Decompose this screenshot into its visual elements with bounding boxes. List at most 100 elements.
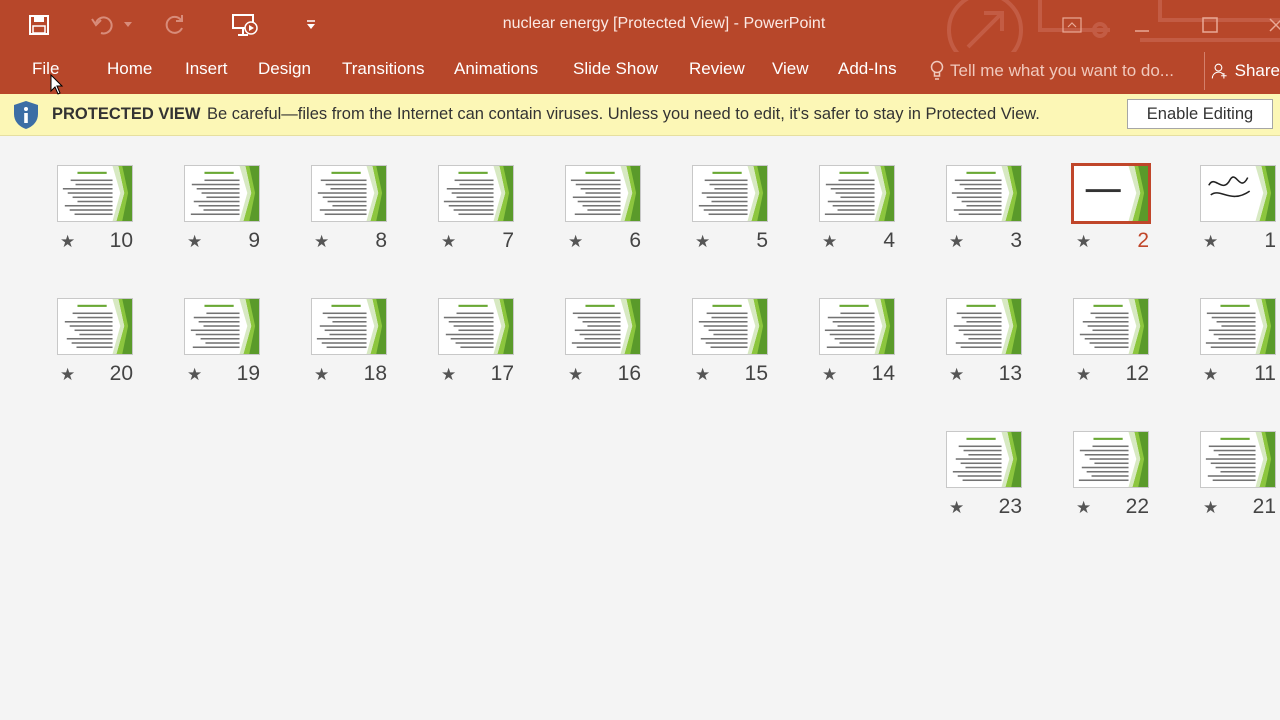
animation-star-icon: ★ [1203,232,1219,252]
share-button[interactable]: Share [1204,52,1280,90]
slide-preview [438,165,514,222]
slide-thumbnail[interactable]: ★ 6 [565,165,692,265]
tab-view[interactable]: View [770,59,811,79]
slide-number: 6 [629,229,641,252]
slide-thumbnail[interactable]: ★ 1 [1200,165,1280,265]
slide-thumbnail[interactable]: ★ 4 [819,165,946,265]
slide-thumbnail[interactable]: ★ 3 [946,165,1073,265]
slide-thumbnail[interactable]: ★ 2 [1071,163,1200,265]
animation-star-icon: ★ [949,498,965,518]
animation-star-icon: ★ [568,232,584,252]
animation-star-icon: ★ [60,232,76,252]
slide-number: 12 [1125,362,1149,385]
tab-transitions[interactable]: Transitions [340,59,427,79]
protected-view-message: Be careful—files from the Internet can c… [207,105,1040,123]
share-label: Share [1234,61,1280,80]
slide-preview [1200,431,1276,488]
slide-preview [946,431,1022,488]
tab-insert[interactable]: Insert [183,59,230,79]
enable-editing-button[interactable]: Enable Editing [1127,99,1273,129]
tab-slide-show[interactable]: Slide Show [571,59,660,79]
slide-thumbnail[interactable]: ★ 10 [57,165,184,265]
slide-thumbnail[interactable]: ★ 17 [438,298,565,398]
tab-home[interactable]: Home [105,59,154,79]
tell-me-search[interactable]: Tell me what you want to do... [930,56,1174,86]
animation-star-icon: ★ [1203,365,1219,385]
slide-number: 21 [1252,495,1276,518]
slide-thumbnail[interactable]: ★ 11 [1200,298,1280,398]
slide-number: 3 [1010,229,1022,252]
slide-preview [311,298,387,355]
slide-thumbnail[interactable]: ★ 23 [946,431,1073,531]
slide-thumbnail[interactable]: ★ 8 [311,165,438,265]
slide-number: 19 [236,362,260,385]
slide-thumbnail[interactable]: ★ 16 [565,298,692,398]
slide-number: 7 [502,229,514,252]
protected-view-label: PROTECTED VIEW [52,105,201,123]
slide-preview [311,165,387,222]
slide-thumbnail[interactable]: ★ 18 [311,298,438,398]
slide-number: 16 [617,362,641,385]
animation-star-icon: ★ [441,365,457,385]
slide-number: 2 [1137,229,1149,252]
slide-thumbnail[interactable]: ★ 12 [1073,298,1200,398]
slide-thumbnail[interactable]: ★ 14 [819,298,946,398]
slide-preview [819,298,895,355]
title-bar: nuclear energy [Protected View] - PowerP… [0,0,1280,52]
slide-number: 22 [1125,495,1149,518]
animation-star-icon: ★ [568,365,584,385]
protected-view-bar: PROTECTED VIEW Be careful—files from the… [0,94,1280,136]
animation-star-icon: ★ [1076,232,1092,252]
maximize-icon[interactable] [1190,8,1230,42]
slide-number: 10 [109,229,133,252]
ribbon-display-options-icon[interactable] [1052,8,1092,42]
slide-number: 13 [998,362,1022,385]
slide-number: 18 [363,362,387,385]
slide-preview [184,165,260,222]
slide-thumbnail[interactable]: ★ 22 [1073,431,1200,531]
slide-thumbnail[interactable]: ★ 15 [692,298,819,398]
slide-thumbnail[interactable]: ★ 9 [184,165,311,265]
person-add-icon [1211,63,1227,79]
animation-star-icon: ★ [822,232,838,252]
slide-preview [1073,431,1149,488]
slide-number: 1 [1264,229,1276,252]
animation-star-icon: ★ [1203,498,1219,518]
slide-preview [184,298,260,355]
slide-number: 8 [375,229,387,252]
slide-thumbnail[interactable]: ★ 21 [1200,431,1280,531]
minimize-icon[interactable] [1122,8,1162,42]
tab-animations[interactable]: Animations [452,59,540,79]
slide-thumbnail[interactable]: ★ 13 [946,298,1073,398]
mouse-pointer-icon [50,74,64,95]
animation-star-icon: ★ [60,365,76,385]
tab-add-ins[interactable]: Add-Ins [836,59,899,79]
tab-review[interactable]: Review [687,59,747,79]
animation-star-icon: ★ [1076,498,1092,518]
animation-star-icon: ★ [187,232,203,252]
slide-thumbnail[interactable]: ★ 20 [57,298,184,398]
ribbon-tabs: File Home Insert Design Transitions Anim… [0,52,1280,94]
slide-number: 4 [883,229,895,252]
slide-thumbnail[interactable]: ★ 7 [438,165,565,265]
slide-preview [438,298,514,355]
slide-thumbnail[interactable]: ★ 5 [692,165,819,265]
slide-number: 14 [871,362,895,385]
slide-thumbnail[interactable]: ★ 19 [184,298,311,398]
slide-preview [1073,298,1149,355]
animation-star-icon: ★ [1076,365,1092,385]
slide-preview [1200,298,1276,355]
close-icon[interactable] [1256,8,1280,42]
animation-star-icon: ★ [949,232,965,252]
shield-info-icon [14,101,38,129]
slide-number: 5 [756,229,768,252]
slide-number: 20 [109,362,133,385]
tab-design[interactable]: Design [256,59,313,79]
lightbulb-icon [930,60,944,80]
slide-number: 11 [1254,362,1276,385]
slide-preview [1200,165,1276,222]
animation-star-icon: ★ [314,365,330,385]
animation-star-icon: ★ [441,232,457,252]
slide-preview [1071,163,1151,224]
slide-number: 15 [744,362,768,385]
